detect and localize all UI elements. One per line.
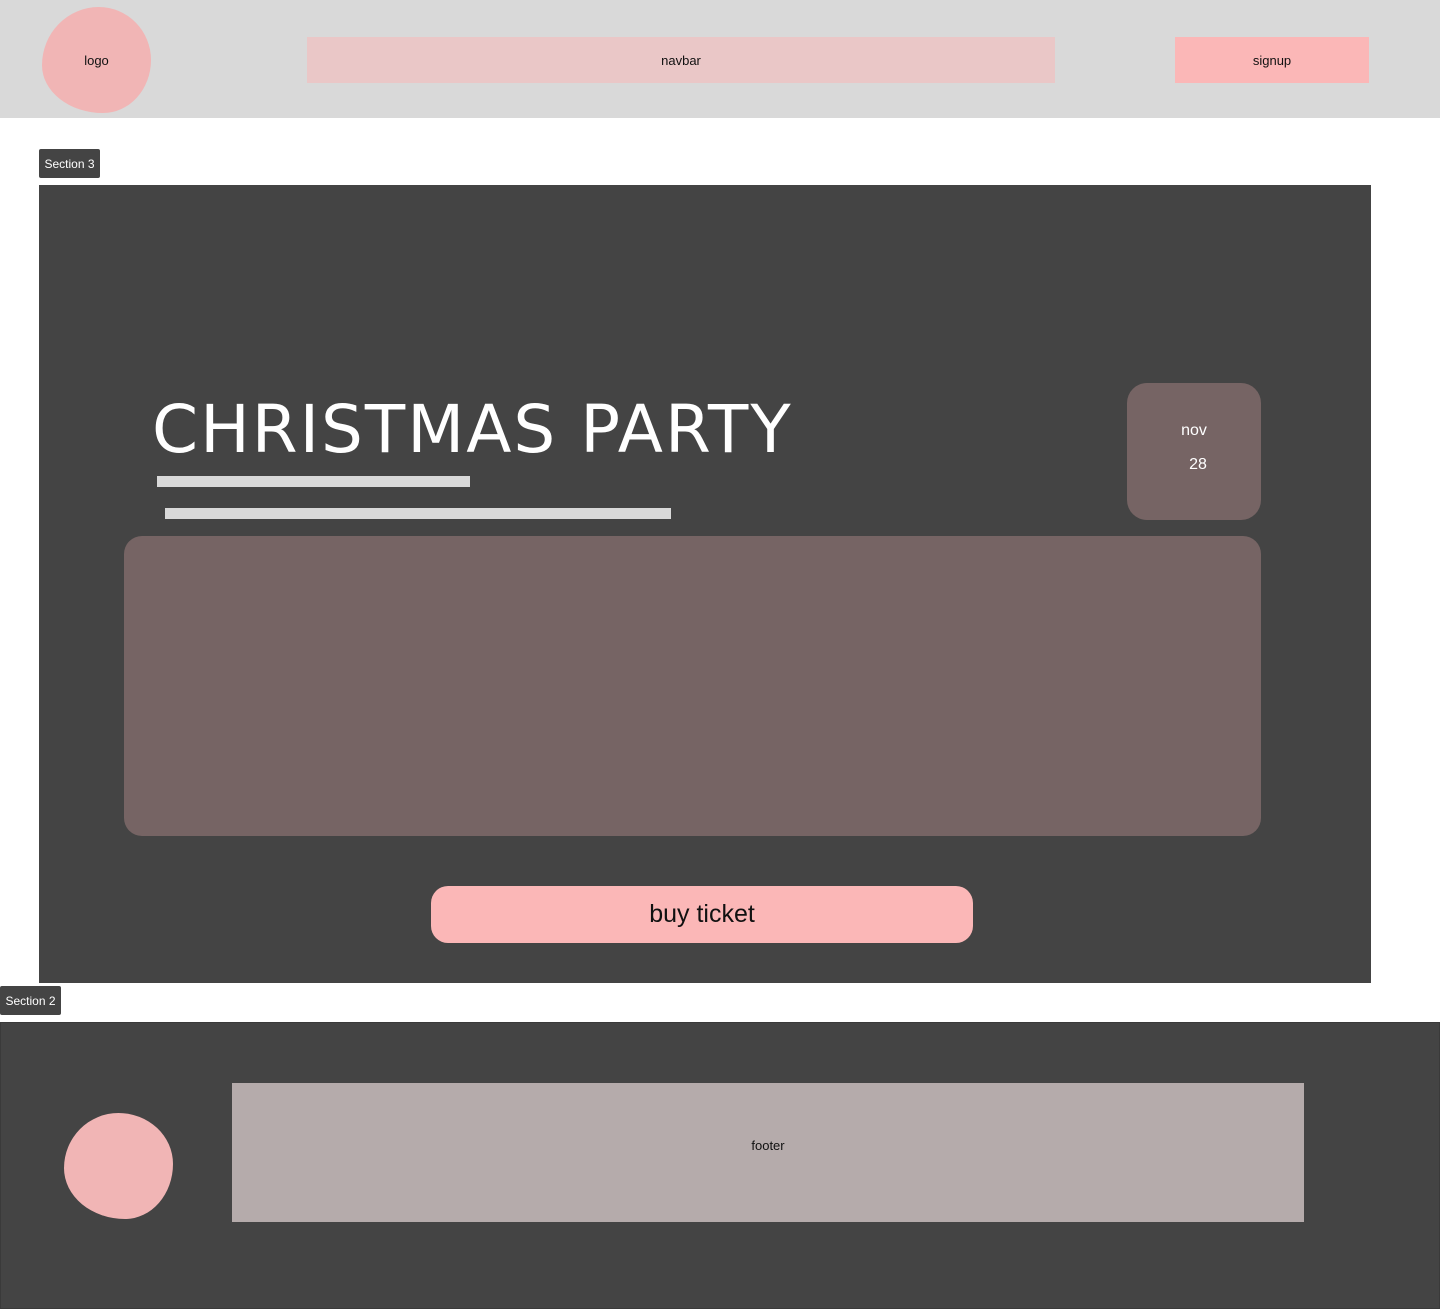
logo-label: logo — [84, 52, 109, 68]
navbar[interactable]: navbar — [307, 37, 1055, 83]
signup-button[interactable]: signup — [1175, 37, 1369, 83]
footer-logo[interactable] — [64, 1113, 173, 1219]
buy-ticket-button[interactable]: buy ticket — [431, 886, 973, 943]
footer-label: footer — [751, 1138, 785, 1153]
event-title: CHRISTMAS PARTY — [152, 391, 793, 468]
footer-block: footer — [232, 1083, 1304, 1222]
text-placeholder-line — [165, 508, 671, 519]
event-date-month: nov — [1181, 422, 1207, 439]
signup-label: signup — [1252, 52, 1292, 68]
section-2-tag-label: Section 2 — [5, 993, 56, 1008]
section-3-tag-label: Section 3 — [44, 156, 95, 171]
logo[interactable]: logo — [42, 7, 151, 113]
buy-ticket-label: buy ticket — [649, 900, 755, 928]
event-date-card: nov 28 — [1127, 383, 1261, 520]
event-date-day: 28 — [1189, 456, 1207, 473]
navbar-label: navbar — [661, 52, 701, 68]
event-media-placeholder — [124, 536, 1261, 836]
section-3-tag: Section 3 — [39, 149, 100, 178]
text-placeholder-line — [157, 476, 470, 487]
section-2-tag: Section 2 — [0, 986, 61, 1015]
